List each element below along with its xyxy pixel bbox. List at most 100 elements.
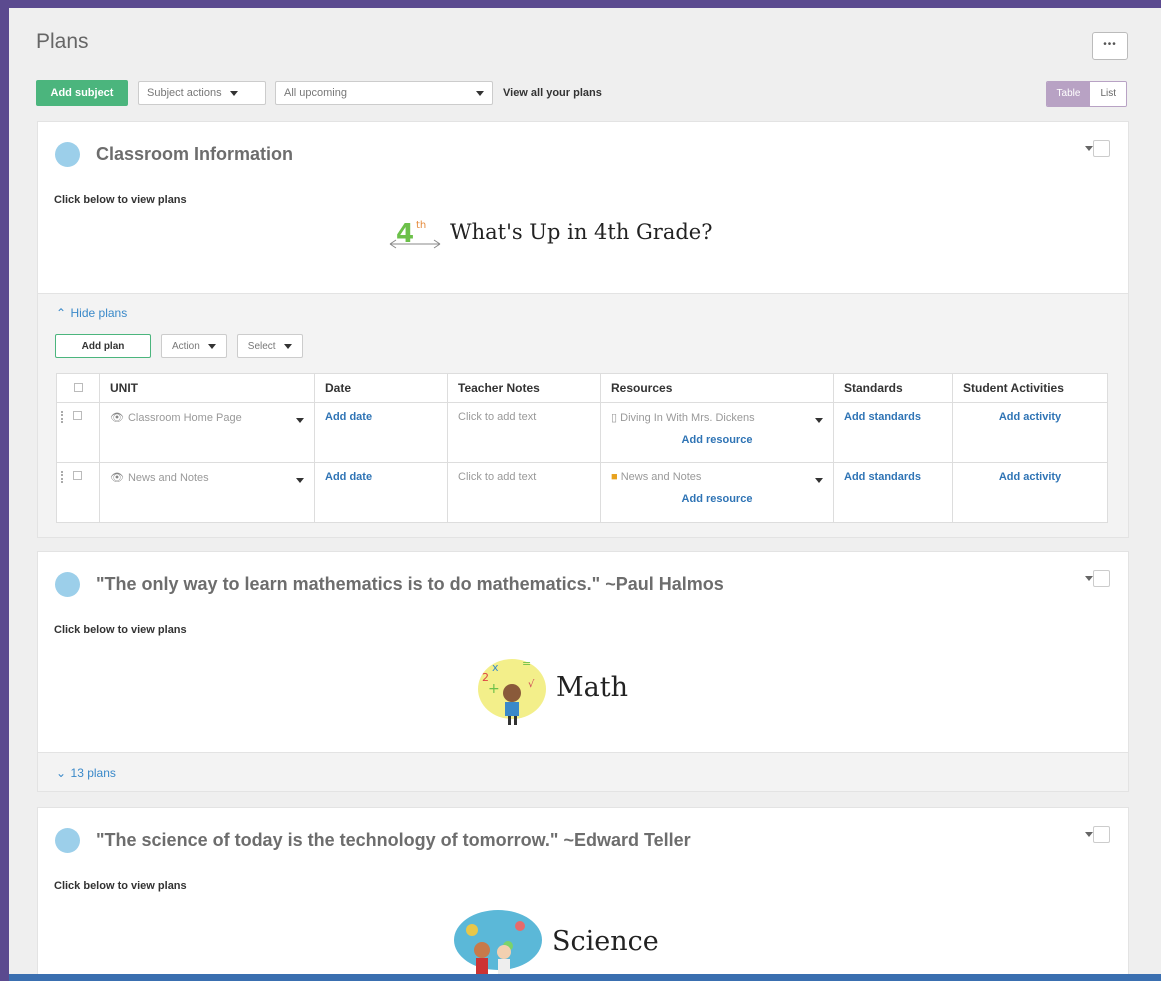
unit-name: News and Notes bbox=[127, 472, 209, 484]
column-header-unit[interactable]: UNIT bbox=[99, 373, 315, 403]
page-header: Plans ••• bbox=[9, 8, 1161, 78]
view-toggle: Table List bbox=[1045, 81, 1127, 107]
chevron-down-icon[interactable] bbox=[1085, 576, 1093, 581]
show-plans-toggle[interactable]: ⌄ 13 plans bbox=[56, 764, 116, 782]
svg-text:x: x bbox=[492, 661, 499, 674]
standards-cell[interactable]: Add standards bbox=[833, 402, 953, 463]
drag-handle-icon[interactable] bbox=[61, 471, 65, 484]
select-all-checkbox[interactable] bbox=[73, 383, 83, 392]
chevron-down-icon[interactable] bbox=[815, 478, 823, 483]
subject-banner[interactable]: Science bbox=[450, 906, 659, 974]
add-standards-link[interactable]: Add standards bbox=[844, 471, 921, 483]
subject-description: Click below to view plans bbox=[54, 194, 187, 206]
filter-label: All upcoming bbox=[284, 87, 347, 99]
date-cell[interactable]: Add date bbox=[314, 402, 448, 463]
column-header-resources[interactable]: Resources bbox=[600, 373, 834, 403]
svg-text:+: + bbox=[488, 681, 500, 697]
chevron-down-icon: ⌄ bbox=[56, 766, 67, 780]
banner-text: Math bbox=[556, 671, 628, 703]
plans-count: 13 plans bbox=[70, 766, 116, 780]
add-activity-link[interactable]: Add activity bbox=[999, 471, 1061, 483]
row-select-cell bbox=[56, 402, 100, 463]
plans-section: ⌃ Hide plans Add plan Action Select UNIT… bbox=[37, 293, 1129, 538]
chevron-up-icon: ⌃ bbox=[56, 306, 67, 320]
plans-section: ⌄ 13 plans bbox=[37, 752, 1129, 792]
subject-checkbox[interactable] bbox=[1093, 570, 1110, 587]
math-illustration-icon: 2 x = + √ bbox=[470, 647, 550, 727]
action-label: Action bbox=[172, 340, 200, 352]
column-header-standards[interactable]: Standards bbox=[833, 373, 953, 403]
column-header-notes[interactable]: Teacher Notes bbox=[447, 373, 601, 403]
visibility-icon[interactable]: 👁 bbox=[110, 411, 124, 424]
hide-plans-label: Hide plans bbox=[70, 306, 128, 320]
unit-cell[interactable]: 👁 News and Notes bbox=[99, 462, 315, 523]
list-view-button[interactable]: List bbox=[1090, 82, 1126, 106]
subject-checkbox[interactable] bbox=[1093, 140, 1110, 157]
table-row: 👁 Classroom Home Page Add date Click to a… bbox=[56, 402, 1108, 463]
row-checkbox[interactable] bbox=[73, 411, 82, 420]
add-resource-link[interactable]: Add resource bbox=[611, 434, 823, 446]
add-plan-button[interactable]: Add plan bbox=[55, 334, 151, 358]
table-view-button[interactable]: Table bbox=[1046, 82, 1091, 106]
subject-actions-dropdown[interactable]: Subject actions bbox=[138, 81, 266, 105]
filter-dropdown[interactable]: All upcoming bbox=[275, 81, 493, 105]
date-cell[interactable]: Add date bbox=[314, 462, 448, 523]
unit-cell[interactable]: 👁 Classroom Home Page bbox=[99, 402, 315, 463]
chevron-down-icon[interactable] bbox=[296, 478, 304, 483]
resources-cell: ▯ Diving In With Mrs. Dickens Add resour… bbox=[600, 402, 834, 463]
table-header-row: UNIT Date Teacher Notes Resources Standa… bbox=[56, 373, 1108, 403]
select-label: Select bbox=[247, 340, 276, 352]
subject-header: Classroom Information bbox=[38, 122, 1128, 192]
subject-color-dot[interactable] bbox=[55, 572, 80, 597]
action-dropdown[interactable]: Action bbox=[161, 334, 227, 358]
activities-cell[interactable]: Add activity bbox=[952, 402, 1108, 463]
resource-item[interactable]: Diving In With Mrs. Dickens bbox=[620, 412, 754, 424]
chevron-down-icon[interactable] bbox=[1085, 832, 1093, 837]
select-dropdown[interactable]: Select bbox=[236, 334, 303, 358]
add-standards-link[interactable]: Add standards bbox=[844, 411, 921, 423]
notes-cell[interactable]: Click to add text bbox=[447, 402, 601, 463]
subject-description: Click below to view plans bbox=[54, 880, 187, 892]
subject-title[interactable]: Classroom Information bbox=[96, 144, 293, 165]
chevron-down-icon bbox=[207, 343, 216, 349]
select-all-cell bbox=[56, 373, 100, 403]
chevron-down-icon[interactable] bbox=[815, 418, 823, 423]
add-activity-link[interactable]: Add activity bbox=[999, 411, 1061, 423]
column-header-date[interactable]: Date bbox=[314, 373, 448, 403]
visibility-icon[interactable]: 👁 bbox=[110, 471, 124, 484]
grade-badge-text: th bbox=[416, 220, 426, 231]
add-subject-button[interactable]: Add subject bbox=[36, 80, 128, 106]
subject-checkbox[interactable] bbox=[1093, 826, 1110, 843]
table-row: 👁 News and Notes Add date Click to add te… bbox=[56, 462, 1108, 523]
view-all-plans-link[interactable]: View all your plans bbox=[503, 87, 602, 99]
grade-badge-icon: 4 th bbox=[388, 214, 444, 250]
chevron-down-icon bbox=[476, 90, 484, 96]
subject-banner[interactable]: 4 th What's Up in 4th Grade? bbox=[388, 214, 713, 250]
resource-link-icon: ▯ bbox=[611, 412, 618, 424]
subject-color-dot[interactable] bbox=[55, 142, 80, 167]
chevron-down-icon bbox=[229, 90, 238, 96]
activities-cell[interactable]: Add activity bbox=[952, 462, 1108, 523]
standards-cell[interactable]: Add standards bbox=[833, 462, 953, 523]
drag-handle-icon[interactable] bbox=[61, 411, 65, 424]
notes-placeholder: Click to add text bbox=[458, 471, 537, 483]
resource-item[interactable]: News and Notes bbox=[621, 471, 702, 483]
bottom-scroll-edge bbox=[9, 974, 1161, 981]
subject-color-dot[interactable] bbox=[55, 828, 80, 853]
chevron-down-icon[interactable] bbox=[296, 418, 304, 423]
subject-description: Click below to view plans bbox=[54, 624, 187, 636]
notes-cell[interactable]: Click to add text bbox=[447, 462, 601, 523]
add-resource-link[interactable]: Add resource bbox=[611, 493, 823, 505]
more-options-button[interactable]: ••• bbox=[1092, 32, 1128, 60]
column-header-activities[interactable]: Student Activities bbox=[952, 373, 1108, 403]
add-date-link[interactable]: Add date bbox=[325, 471, 372, 483]
subject-banner[interactable]: 2 x = + √ Math bbox=[470, 647, 628, 727]
row-checkbox[interactable] bbox=[73, 471, 82, 480]
subject-title[interactable]: "The science of today is the technology … bbox=[96, 830, 691, 851]
subject-card: "The science of today is the technology … bbox=[37, 807, 1129, 974]
chevron-down-icon[interactable] bbox=[1085, 146, 1093, 151]
add-date-link[interactable]: Add date bbox=[325, 411, 372, 423]
subject-title[interactable]: "The only way to learn mathematics is to… bbox=[96, 574, 724, 595]
hide-plans-toggle[interactable]: ⌃ Hide plans bbox=[56, 304, 127, 322]
svg-text:√: √ bbox=[528, 679, 535, 690]
